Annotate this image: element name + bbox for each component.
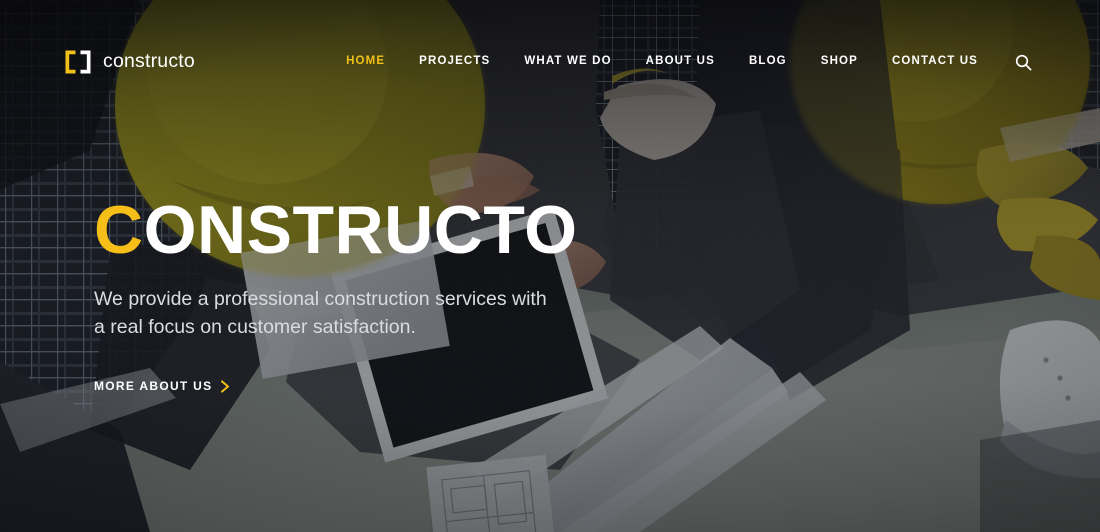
hero-content: CONSTRUCTO We provide a professional con…	[94, 196, 734, 395]
more-about-us-label: MORE ABOUT US	[94, 379, 213, 394]
site-header: constructo HOME PROJECTS WHAT WE DO ABOU…	[0, 0, 1100, 124]
search-button[interactable]	[995, 54, 1036, 71]
hero-title-remainder: ONSTRUCTO	[143, 192, 578, 268]
hero-subtitle-line-1: We provide a professional construction s…	[94, 288, 547, 310]
brand-name: constructo	[103, 50, 195, 73]
chevron-right-icon	[221, 380, 230, 393]
hero-title: CONSTRUCTO	[94, 196, 734, 264]
nav-item-shop[interactable]: SHOP	[804, 56, 875, 68]
hero-subtitle: We provide a professional construction s…	[94, 286, 564, 341]
nav-item-projects[interactable]: PROJECTS	[402, 56, 507, 68]
main-navigation: HOME PROJECTS WHAT WE DO ABOUT US BLOG S…	[329, 54, 1036, 71]
brand-logo[interactable]: constructo	[64, 49, 195, 75]
more-about-us-button[interactable]: MORE ABOUT US	[94, 379, 231, 393]
search-icon	[1015, 54, 1032, 70]
hero-section: constructo HOME PROJECTS WHAT WE DO ABOU…	[0, 0, 1100, 532]
nav-item-contact-us[interactable]: CONTACT US	[875, 56, 995, 68]
hero-title-accent-letter: C	[94, 192, 144, 268]
nav-item-home[interactable]: HOME	[329, 56, 402, 68]
bracket-logo-icon	[65, 50, 91, 74]
nav-item-blog[interactable]: BLOG	[732, 56, 804, 68]
nav-item-about-us[interactable]: ABOUT US	[629, 56, 732, 68]
hero-subtitle-line-2: a real focus on customer satisfaction.	[94, 315, 416, 338]
nav-item-what-we-do[interactable]: WHAT WE DO	[507, 56, 628, 68]
